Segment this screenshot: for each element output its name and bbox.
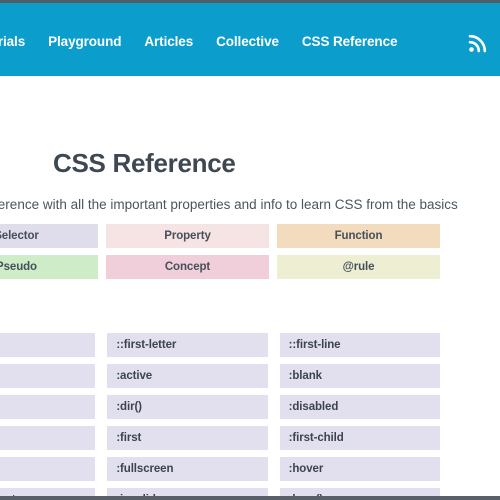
- legend-badge-property[interactable]: Property: [106, 224, 269, 248]
- page-body: CSS Reference A complete CSS reference w…: [0, 76, 500, 500]
- legend-badge-concept[interactable]: Concept: [106, 255, 269, 279]
- rss-feed-icon[interactable]: [466, 31, 490, 55]
- list-item[interactable]: ::first-letter: [107, 333, 268, 357]
- legend-badge-pseudo[interactable]: Pseudo: [0, 255, 98, 279]
- nav-item-css-reference[interactable]: CSS Reference: [302, 33, 398, 51]
- page-subtitle: A complete CSS reference with all the im…: [0, 197, 458, 212]
- list-item[interactable]: :focus: [0, 457, 96, 481]
- list-item[interactable]: :enabled: [0, 426, 96, 450]
- list-item[interactable]: :default: [0, 395, 96, 419]
- list-item[interactable]: :dir(): [107, 395, 268, 419]
- page-title: CSS Reference: [53, 148, 236, 178]
- nav-item-tutorials[interactable]: Tutorials: [0, 33, 25, 51]
- horizontal-scrollbar[interactable]: [0, 496, 500, 500]
- primary-navigation: Tutorials Playground Articles Collective…: [0, 33, 397, 51]
- list-item[interactable]: :blank: [279, 364, 440, 388]
- list-item[interactable]: ::before: [0, 333, 96, 357]
- list-item[interactable]: ::selection: [0, 364, 96, 388]
- reference-item-grid: ::before ::first-letter ::first-line ::s…: [0, 333, 440, 500]
- list-item[interactable]: :active: [107, 364, 268, 388]
- legend-badge-selector[interactable]: Selector: [0, 224, 98, 248]
- list-item[interactable]: :disabled: [279, 395, 440, 419]
- list-item[interactable]: :first-child: [279, 426, 440, 450]
- page-root: Tutorials Playground Articles Collective…: [0, 0, 500, 500]
- legend-badge-atrule[interactable]: @rule: [277, 255, 440, 279]
- list-item[interactable]: :hover: [279, 457, 440, 481]
- legend-badge-function[interactable]: Function: [277, 224, 440, 248]
- list-item[interactable]: :first: [107, 426, 268, 450]
- site-header: Tutorials Playground Articles Collective…: [0, 0, 500, 76]
- nav-item-playground[interactable]: Playground: [48, 33, 121, 51]
- nav-item-articles[interactable]: Articles: [144, 33, 193, 51]
- category-legend-grid: Selector Property Function Pseudo Concep…: [0, 224, 440, 279]
- nav-item-collective[interactable]: Collective: [216, 33, 279, 51]
- list-item[interactable]: :fullscreen: [107, 457, 268, 481]
- list-item[interactable]: ::first-line: [279, 333, 440, 357]
